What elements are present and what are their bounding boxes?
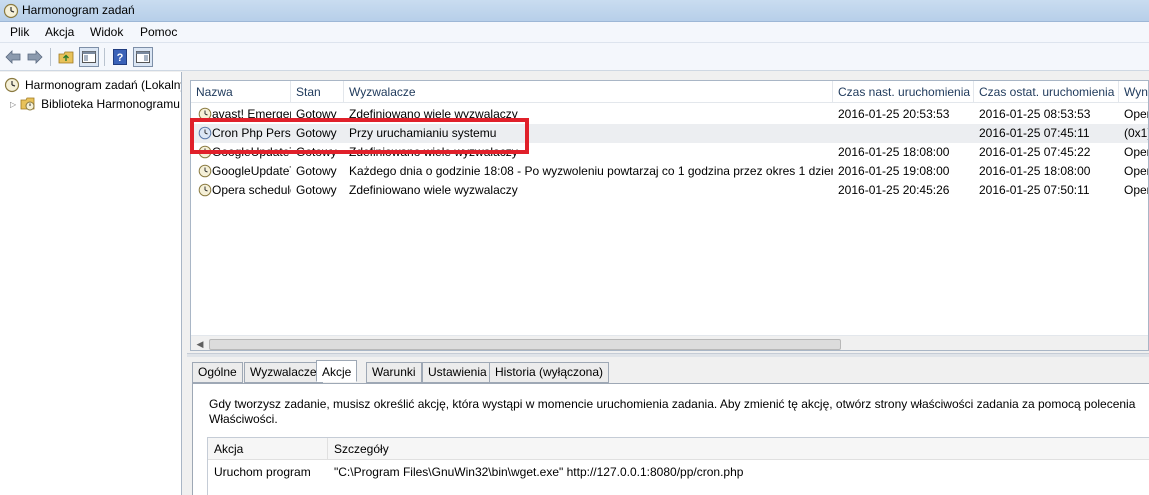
cell-status: Gotowy <box>296 183 337 197</box>
tree-library-label: Biblioteka Harmonogramu zadań <box>41 97 181 111</box>
tree-item-library[interactable]: ▷ Biblioteka Harmonogramu zadań <box>10 95 181 113</box>
horizontal-scrollbar[interactable]: ◀ <box>191 335 1148 350</box>
window-title: Harmonogram zadań <box>22 3 135 17</box>
clock-icon <box>3 3 19 19</box>
forward-arrow-icon[interactable] <box>25 47 45 67</box>
table-row[interactable]: Opera scheduled Autoupdate Gotowy Zdefin… <box>191 181 1149 200</box>
clock-icon <box>4 77 20 93</box>
cell-triggers: Każdego dnia o godzinie 18:08 - Po wyzwo… <box>349 164 833 178</box>
tab-history[interactable]: Historia (wyłączona) <box>489 362 610 383</box>
cell-result: Operacja ukończona pomyślnie. <box>1124 107 1149 121</box>
column-header-triggers[interactable]: Wyzwalacze <box>344 81 833 103</box>
cell-last-run: 2016-01-25 07:50:11 <box>979 183 1090 197</box>
actions-table-header: Akcja Szczegóły <box>208 438 1149 460</box>
cell-last-run: 2016-01-25 18:08:00 <box>979 164 1091 178</box>
back-arrow-icon[interactable] <box>3 47 23 67</box>
column-header-name[interactable]: Nazwa <box>191 81 291 103</box>
pane-splitter[interactable] <box>187 353 1149 357</box>
actions-tab-panel: Gdy tworzysz zadanie, musisz określić ak… <box>192 383 1149 495</box>
table-row[interactable]: GoogleUpdateTaskMachineUA Gotowy Każdego… <box>191 162 1149 181</box>
column-header-result[interactable]: Wynik ostatniego uruchomienia <box>1119 81 1148 103</box>
cell-next-run: 2016-01-25 20:53:53 <box>838 107 950 121</box>
cell-result: Operacja ukończona pomyślnie. <box>1124 164 1149 178</box>
cell-next-run: 2016-01-25 20:45:26 <box>838 183 950 197</box>
svg-text:?: ? <box>117 52 124 64</box>
cell-details: "C:\Program Files\GnuWin32\bin\wget.exe"… <box>334 465 744 479</box>
cell-status: Gotowy <box>296 164 337 178</box>
help-icon[interactable]: ? <box>110 47 130 67</box>
cell-result: Operacja ukończona pomyślnie. <box>1124 145 1149 159</box>
title-bar: Harmonogram zadań <box>0 0 1149 22</box>
tab-settings[interactable]: Ustawienia <box>422 362 493 383</box>
cell-last-run: 2016-01-25 08:53:53 <box>979 107 1091 121</box>
column-header-action[interactable]: Akcja <box>208 438 328 460</box>
tab-conditions[interactable]: Warunki <box>366 362 422 383</box>
menu-plik[interactable]: Plik <box>8 25 31 39</box>
table-row[interactable]: Uruchom program "C:\Program Files\GnuWin… <box>208 462 1149 482</box>
menu-bar: Plik Akcja Widok Pomoc <box>0 22 1149 43</box>
tab-actions[interactable]: Akcje <box>316 360 358 382</box>
actions-description: Gdy tworzysz zadanie, musisz określić ak… <box>209 397 1136 426</box>
up-folder-icon[interactable] <box>56 47 76 67</box>
tree-root-label: Harmonogram zadań (Lokalny) <box>25 78 182 92</box>
show-hide-action-pane-icon[interactable] <box>133 47 153 67</box>
cell-action: Uruchom program <box>214 465 311 479</box>
folder-clock-icon <box>20 97 35 111</box>
tree-item-root[interactable]: Harmonogram zadań (Lokalny) <box>4 76 182 94</box>
cell-triggers: Zdefiniowano wiele wyzwalaczy <box>349 183 518 197</box>
cell-result: (0x1) <box>1124 126 1149 140</box>
cell-last-run: 2016-01-25 07:45:22 <box>979 145 1091 159</box>
column-header-last-run[interactable]: Czas ostat. uruchomienia <box>974 81 1119 103</box>
cell-result: Operacja ukończona pomyślnie. <box>1124 183 1149 197</box>
cell-next-run: 2016-01-25 18:08:00 <box>838 145 950 159</box>
menu-widok[interactable]: Widok <box>88 25 125 39</box>
show-hide-console-tree-icon[interactable] <box>79 47 99 67</box>
tab-triggers[interactable]: Wyzwalacze <box>244 362 323 383</box>
scroll-thumb[interactable] <box>209 339 841 350</box>
cell-last-run: 2016-01-25 07:45:11 <box>979 126 1090 140</box>
console-tree: Harmonogram zadań (Lokalny) ▷ Biblioteka… <box>0 72 182 495</box>
cell-name: Opera scheduled Autoupdate <box>212 183 291 197</box>
scroll-left-icon[interactable]: ◀ <box>193 338 207 350</box>
column-header-details[interactable]: Szczegóły <box>328 438 1149 460</box>
cell-name: GoogleUpdateTaskMachineUA <box>212 164 291 178</box>
toolbar: ? <box>0 43 1149 71</box>
actions-table: Akcja Szczegóły Uruchom program "C:\Prog… <box>207 437 1149 495</box>
cell-next-run <box>833 124 974 143</box>
tab-general[interactable]: Ogólne <box>192 362 243 383</box>
expand-arrow-icon[interactable]: ▷ <box>10 100 16 109</box>
menu-pomoc[interactable]: Pomoc <box>138 25 179 39</box>
cell-next-run: 2016-01-25 19:08:00 <box>838 164 950 178</box>
task-list-header: Nazwa Stan Wyzwalacze Czas nast. uruchom… <box>191 81 1148 103</box>
menu-akcja[interactable]: Akcja <box>43 25 76 39</box>
highlight-box <box>190 118 529 154</box>
column-header-status[interactable]: Stan <box>291 81 344 103</box>
column-header-next-run[interactable]: Czas nast. uruchomienia <box>833 81 974 103</box>
